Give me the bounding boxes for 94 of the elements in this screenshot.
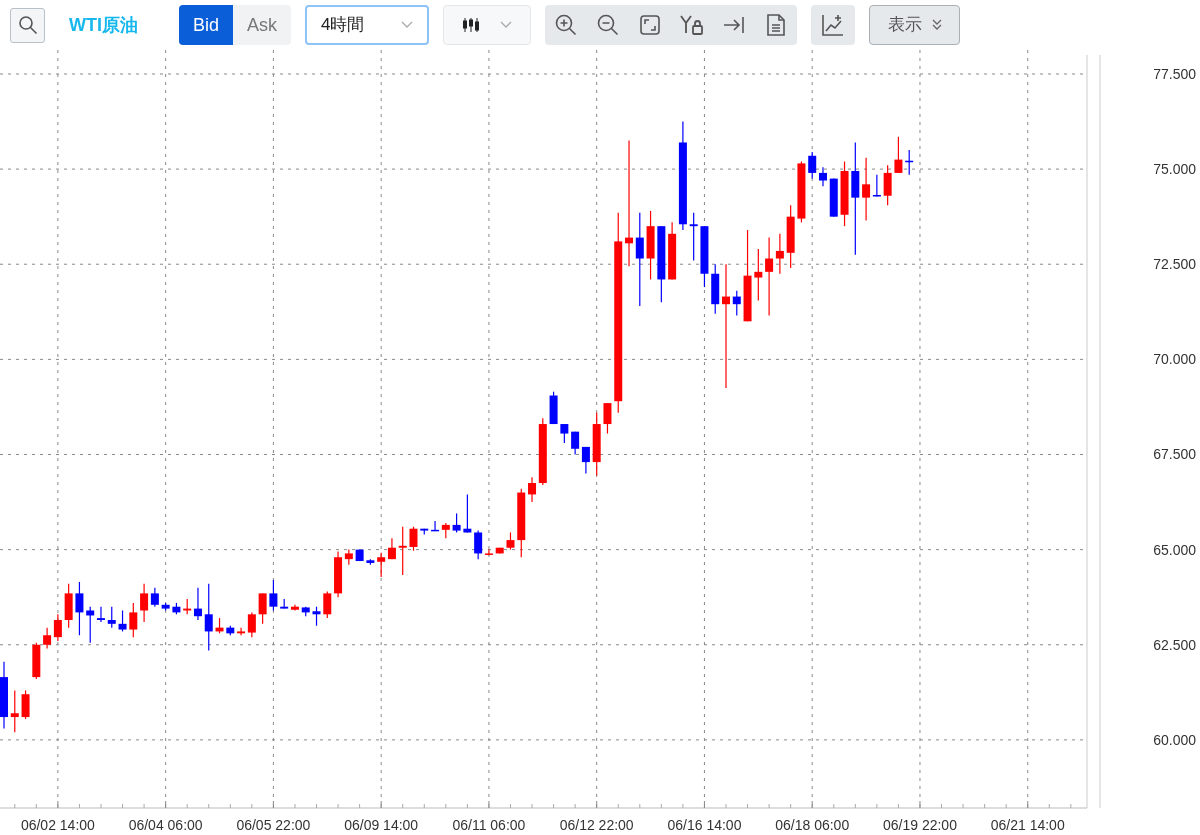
candlestick — [754, 248, 763, 301]
candlestick — [312, 606, 321, 627]
candlestick — [829, 178, 838, 218]
candlestick — [819, 166, 827, 187]
candlestick — [43, 627, 52, 650]
candlestick — [506, 531, 515, 551]
x-axis-label: 06/12 22:00 — [559, 817, 634, 833]
candlestick — [323, 590, 332, 619]
candlestick — [700, 225, 709, 288]
candlestick — [592, 412, 601, 477]
candlestick — [905, 149, 914, 176]
y-axis-label: 65.000 — [1153, 541, 1196, 558]
candlestick — [797, 160, 806, 223]
zoom-in-icon — [555, 14, 578, 36]
candlestick — [549, 391, 558, 425]
candlestick — [441, 522, 450, 539]
double-chevron-down-icon — [931, 19, 942, 31]
x-axis-label: 06/09 14:00 — [344, 817, 419, 833]
candlestick — [10, 689, 19, 733]
candlestick — [377, 552, 386, 578]
y-axis-label: 70.000 — [1153, 351, 1196, 368]
candlestick — [355, 549, 364, 562]
x-axis-label: 06/02 14:00 — [20, 817, 95, 833]
candlestick — [75, 581, 84, 636]
candlestick — [883, 164, 892, 206]
zoom-out-icon — [597, 14, 620, 36]
y-axis-label: 77.500 — [1153, 65, 1196, 82]
candlestick — [711, 263, 720, 315]
x-axis-label: 06/16 14:00 — [667, 817, 742, 833]
y-axis-label: 62.500 — [1153, 636, 1196, 653]
candlestick — [86, 606, 95, 644]
x-axis-label: 06/11 06:00 — [452, 817, 526, 833]
display-menu-button[interactable]: 表示 — [869, 5, 961, 45]
candlestick — [53, 613, 62, 642]
x-axis-label: 06/04 06:00 — [128, 817, 203, 833]
expand-icon — [640, 15, 661, 35]
x-axis-label: 06/05 22:00 — [236, 817, 311, 833]
add-indicator-button[interactable] — [811, 5, 856, 45]
candlestick — [161, 602, 170, 612]
candlestick — [431, 520, 440, 532]
axis-lock-icon — [680, 14, 705, 36]
candlestick — [581, 446, 590, 475]
candlestick — [646, 210, 655, 281]
candlestick — [495, 547, 504, 554]
arrow-to-bar-icon — [723, 16, 746, 34]
candlestick — [420, 528, 429, 535]
document-icon — [767, 14, 786, 36]
candlestick — [689, 212, 698, 262]
y-axis-label: 75.000 — [1153, 161, 1196, 178]
candlestick — [517, 488, 526, 558]
candlestick — [786, 204, 795, 269]
candlestick — [97, 606, 105, 623]
candlestick — [409, 526, 418, 552]
candlestick — [840, 160, 849, 227]
candlestick — [808, 151, 817, 180]
timeframe-dropdown[interactable]: 4時間 — [305, 5, 430, 45]
chevron-down-icon — [401, 21, 414, 29]
y-axis-label: 60.000 — [1153, 731, 1196, 748]
candlestick — [269, 579, 278, 612]
candlestick — [301, 606, 310, 617]
x-axis-label: 06/19 22:00 — [883, 817, 957, 833]
candlestick — [258, 592, 267, 625]
candlestick — [64, 583, 73, 629]
candlestick — [172, 602, 181, 615]
candlestick — [603, 402, 612, 435]
candlestick — [107, 606, 116, 629]
candlestick — [398, 526, 407, 576]
candlestick — [226, 625, 235, 636]
chart-type-dropdown[interactable] — [443, 5, 532, 45]
candlestick — [732, 290, 741, 317]
candlestick — [32, 642, 41, 680]
candlestick — [894, 136, 903, 174]
search-icon — [17, 15, 38, 35]
x-axis-label: 06/21 14:00 — [990, 817, 1065, 833]
y-axis-label: 72.500 — [1153, 256, 1196, 273]
candlestick — [0, 661, 8, 730]
candlestick — [463, 493, 472, 534]
candlestick — [204, 583, 213, 652]
candlestick — [571, 431, 580, 456]
candlestick — [387, 537, 396, 560]
candlestick — [21, 689, 30, 720]
chart-plus-icon — [822, 14, 845, 36]
x-axis-label: 06/18 06:00 — [775, 817, 850, 833]
chevron-down-icon — [500, 21, 513, 29]
y-axis-label: 67.500 — [1153, 446, 1196, 463]
candlestick — [560, 423, 569, 444]
candlestick — [129, 602, 138, 638]
candlestick — [366, 558, 375, 566]
price-side-tab[interactable]: Ask — [233, 5, 292, 45]
price-side-tab[interactable]: Bid — [179, 5, 233, 45]
search-button[interactable] — [10, 7, 45, 43]
candlestick — [452, 512, 461, 534]
candlestick — [215, 617, 224, 634]
candlestick — [118, 609, 127, 633]
